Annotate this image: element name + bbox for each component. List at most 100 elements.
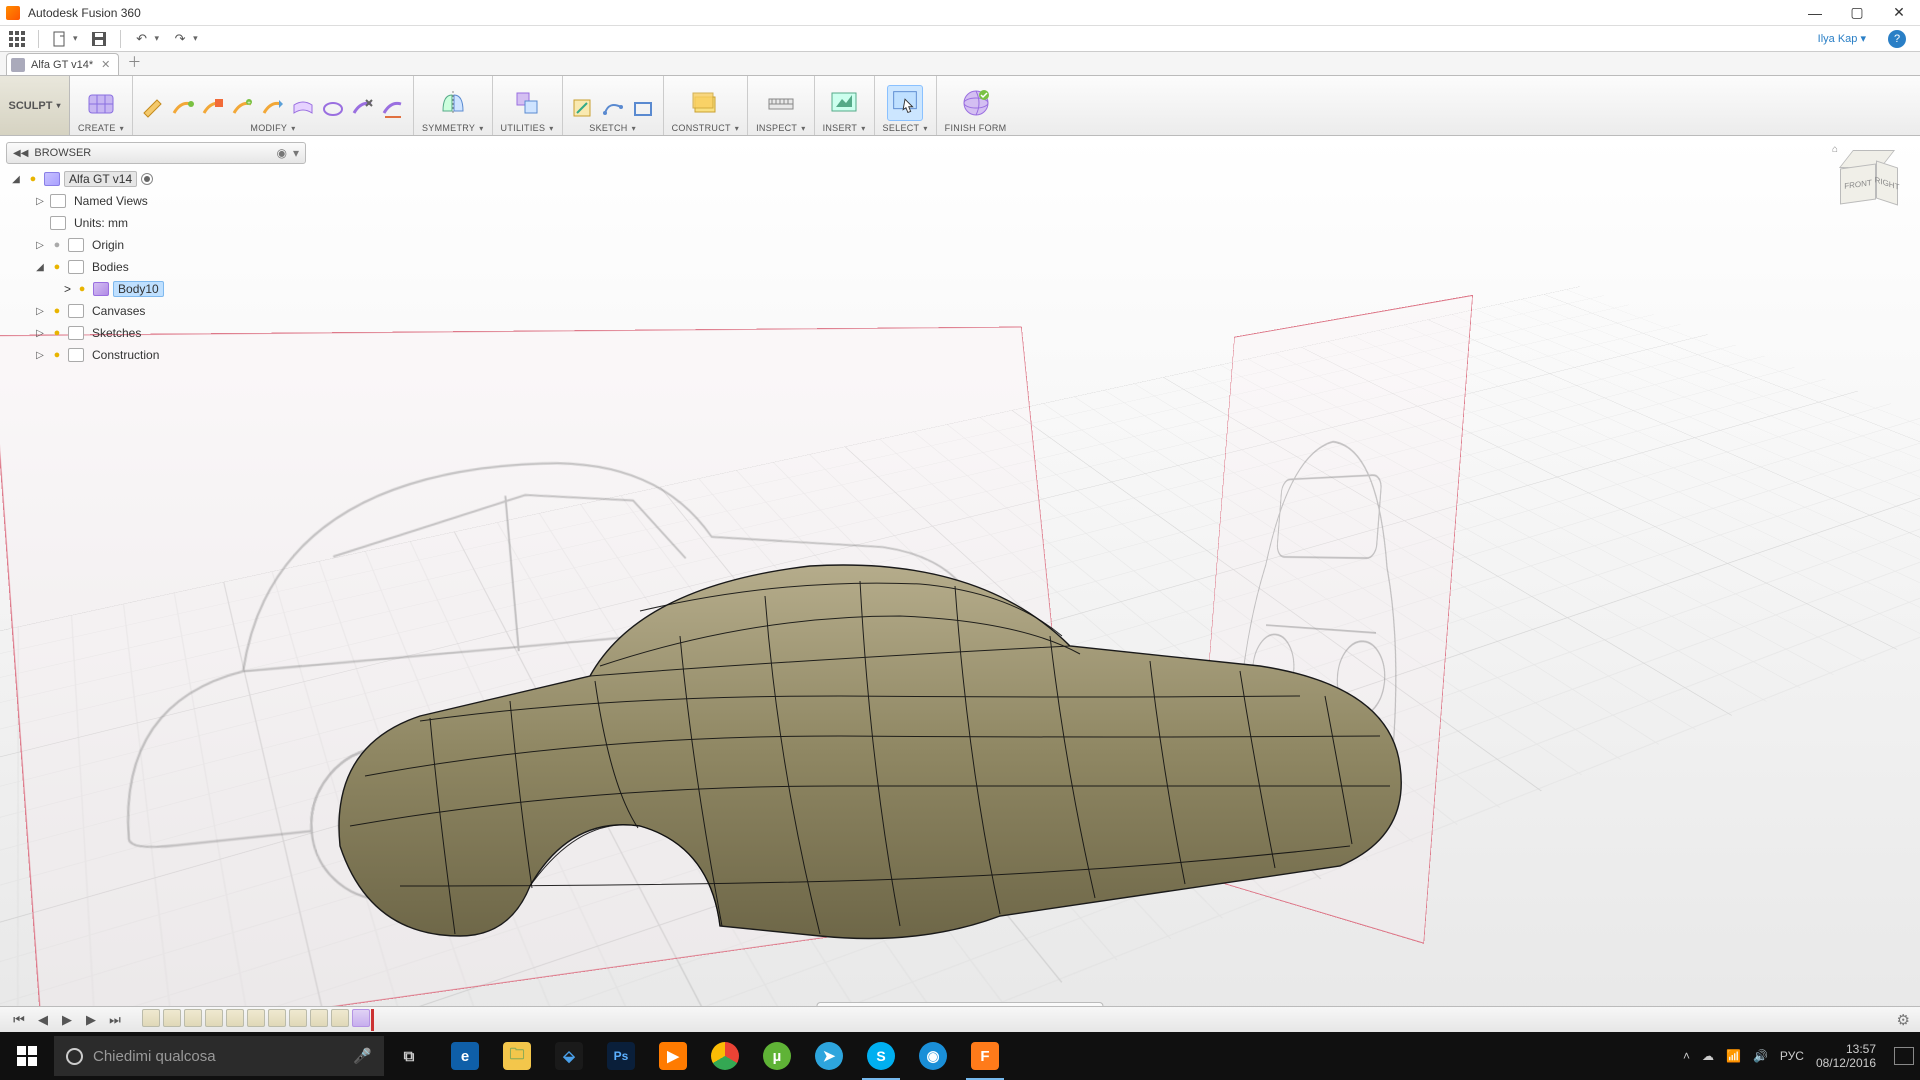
tray-cloud-icon[interactable]: ☁ bbox=[1702, 1049, 1714, 1063]
timeline-feature[interactable] bbox=[184, 1009, 202, 1027]
rectangle-button[interactable] bbox=[631, 97, 655, 121]
taskbar-app-shazam[interactable]: ◉ bbox=[908, 1032, 958, 1080]
caret-icon[interactable]: ▷ bbox=[34, 196, 46, 207]
timeline-settings-button[interactable]: ⚙ bbox=[1897, 1011, 1910, 1029]
timeline-play-button[interactable]: ▶ bbox=[58, 1011, 76, 1029]
timeline-marker[interactable] bbox=[371, 1009, 374, 1031]
new-tab-button[interactable]: ＋ bbox=[127, 52, 141, 75]
caret-icon[interactable]: ▷ bbox=[34, 306, 46, 317]
viewport-3d[interactable]: ⌂ FRONT RIGHT ◀◀ BROWSER ◉ ▾ ◢ ● Alfa GT… bbox=[0, 136, 1920, 1032]
task-view-button[interactable]: ⧉ bbox=[384, 1032, 434, 1080]
utilities-button[interactable] bbox=[509, 85, 545, 121]
viewcube[interactable]: ⌂ FRONT RIGHT bbox=[1834, 144, 1904, 214]
tree-item-units[interactable]: Units: mm bbox=[6, 212, 306, 234]
chevron-down-icon[interactable]: ▾ bbox=[293, 146, 299, 160]
tray-clock[interactable]: 13:57 08/12/2016 bbox=[1816, 1042, 1876, 1070]
lightbulb-icon[interactable]: ● bbox=[50, 327, 64, 339]
collapse-icon[interactable]: ◀◀ bbox=[13, 148, 28, 159]
lightbulb-icon[interactable]: ● bbox=[75, 283, 89, 295]
caret-icon[interactable]: ◢ bbox=[10, 174, 22, 185]
tree-item-named-views[interactable]: ▷ Named Views bbox=[6, 190, 306, 212]
ribbon-label[interactable]: INSPECT bbox=[756, 123, 805, 133]
ribbon-label[interactable]: SKETCH bbox=[589, 123, 636, 133]
taskbar-app-utorrent[interactable]: µ bbox=[752, 1032, 802, 1080]
edit-form-button[interactable] bbox=[141, 97, 165, 121]
workspace-switcher[interactable]: SCULPT▾ bbox=[0, 76, 70, 135]
apps-grid-icon[interactable] bbox=[8, 30, 26, 48]
create-sketch-button[interactable] bbox=[571, 97, 595, 121]
tray-wifi-icon[interactable]: 📶 bbox=[1726, 1049, 1741, 1063]
timeline-end-button[interactable]: ⏭ bbox=[106, 1011, 124, 1029]
start-button[interactable] bbox=[0, 1032, 54, 1080]
timeline-feature[interactable] bbox=[163, 1009, 181, 1027]
ribbon-label[interactable]: INSERT bbox=[823, 123, 866, 133]
viewcube-front[interactable]: FRONT bbox=[1840, 163, 1876, 204]
tree-root[interactable]: ◢ ● Alfa GT v14 bbox=[6, 168, 306, 190]
viewcube-right[interactable]: RIGHT bbox=[1876, 160, 1898, 205]
tree-item-canvases[interactable]: ▷ ● Canvases bbox=[6, 300, 306, 322]
taskbar-app-dropbox[interactable]: ⬙ bbox=[544, 1032, 594, 1080]
subdivide-button[interactable] bbox=[201, 97, 225, 121]
taskbar-app-skype[interactable]: S bbox=[856, 1032, 906, 1080]
taskbar-app-chrome[interactable] bbox=[700, 1032, 750, 1080]
ribbon-label[interactable]: UTILITIES bbox=[501, 123, 554, 133]
taskbar-app-fusion360[interactable]: F bbox=[960, 1032, 1010, 1080]
save-button[interactable] bbox=[90, 30, 108, 48]
symmetry-button[interactable] bbox=[435, 85, 471, 121]
viewcube-home-icon[interactable]: ⌂ bbox=[1832, 144, 1838, 155]
timeline-feature[interactable] bbox=[142, 1009, 160, 1027]
select-button[interactable] bbox=[887, 85, 923, 121]
microphone-icon[interactable]: 🎤 bbox=[353, 1047, 372, 1065]
fill-hole-button[interactable] bbox=[321, 97, 345, 121]
gear-icon[interactable]: ◉ bbox=[276, 146, 286, 160]
line-button[interactable] bbox=[601, 97, 625, 121]
insert-edge-button[interactable] bbox=[171, 97, 195, 121]
browser-header[interactable]: ◀◀ BROWSER ◉ ▾ bbox=[6, 142, 306, 164]
caret-icon[interactable]: ▷ bbox=[34, 240, 46, 251]
inspect-button[interactable] bbox=[763, 85, 799, 121]
user-menu[interactable]: Ilya Kap ▾ bbox=[1818, 32, 1866, 45]
caret-icon[interactable]: ▷ bbox=[34, 328, 46, 339]
tree-item-origin[interactable]: ▷ ● Origin bbox=[6, 234, 306, 256]
timeline-feature[interactable] bbox=[226, 1009, 244, 1027]
cortana-search[interactable]: Chiedimi qualcosa 🎤 bbox=[54, 1036, 384, 1076]
caret-icon[interactable]: ▷ bbox=[34, 350, 46, 361]
timeline-back-button[interactable]: ◀ bbox=[34, 1011, 52, 1029]
action-center-button[interactable] bbox=[1894, 1047, 1914, 1065]
tree-item-bodies[interactable]: ◢ ● Bodies bbox=[6, 256, 306, 278]
timeline-feature[interactable] bbox=[247, 1009, 265, 1027]
create-form-button[interactable] bbox=[83, 85, 119, 121]
taskbar-app-photoshop[interactable]: Ps bbox=[596, 1032, 646, 1080]
taskbar-app-edge[interactable]: e bbox=[440, 1032, 490, 1080]
maximize-button[interactable]: ▢ bbox=[1836, 0, 1878, 25]
ribbon-label[interactable]: CREATE bbox=[78, 123, 124, 133]
insert-button[interactable] bbox=[826, 85, 862, 121]
crease-button[interactable] bbox=[381, 97, 405, 121]
ribbon-label[interactable]: MODIFY bbox=[250, 123, 295, 133]
timeline-feature[interactable] bbox=[310, 1009, 328, 1027]
insert-point-button[interactable]: + bbox=[231, 97, 255, 121]
merge-edge-button[interactable] bbox=[261, 97, 285, 121]
lightbulb-icon[interactable]: ● bbox=[50, 349, 64, 361]
ribbon-label[interactable]: CONSTRUCT bbox=[672, 123, 740, 133]
close-button[interactable]: ✕ bbox=[1878, 0, 1920, 25]
tree-item-sketches[interactable]: ▷ ● Sketches bbox=[6, 322, 306, 344]
document-tab[interactable]: Alfa GT v14* ✕ bbox=[6, 53, 119, 75]
timeline-feature[interactable] bbox=[268, 1009, 286, 1027]
tray-chevron-icon[interactable]: ˄ bbox=[1683, 1049, 1690, 1063]
tree-item-body10[interactable]: > ● Body10 bbox=[6, 278, 306, 300]
lightbulb-icon[interactable]: ● bbox=[50, 261, 64, 273]
lightbulb-icon[interactable]: ● bbox=[50, 305, 64, 317]
timeline-feature[interactable] bbox=[205, 1009, 223, 1027]
tray-language[interactable]: РУС bbox=[1780, 1049, 1804, 1063]
taskbar-app-media[interactable]: ▶ bbox=[648, 1032, 698, 1080]
taskbar-app-telegram[interactable]: ➤ bbox=[804, 1032, 854, 1080]
finish-form-button[interactable] bbox=[958, 85, 994, 121]
timeline-feature[interactable] bbox=[289, 1009, 307, 1027]
help-button[interactable]: ? bbox=[1888, 30, 1906, 48]
activate-radio[interactable] bbox=[141, 173, 153, 185]
minimize-button[interactable]: — bbox=[1794, 0, 1836, 25]
undo-button[interactable]: ↶ bbox=[133, 30, 151, 48]
weld-vertices-button[interactable] bbox=[351, 97, 375, 121]
timeline-feature[interactable] bbox=[331, 1009, 349, 1027]
